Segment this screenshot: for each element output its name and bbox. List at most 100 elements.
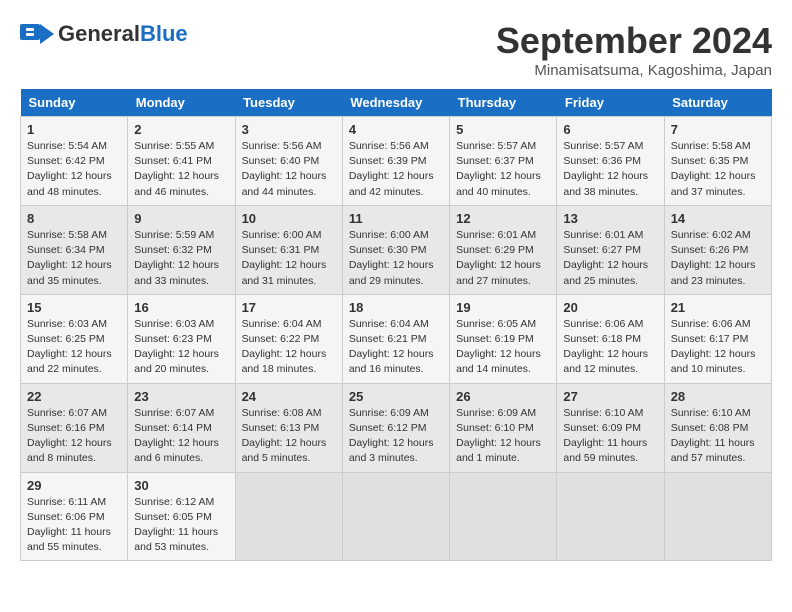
day-detail: Sunrise: 6:07 AM Sunset: 6:14 PM Dayligh… <box>134 406 228 467</box>
day-detail: Sunrise: 5:58 AM Sunset: 6:34 PM Dayligh… <box>27 228 121 289</box>
day-detail: Sunrise: 5:58 AM Sunset: 6:35 PM Dayligh… <box>671 139 765 200</box>
calendar-cell <box>235 472 342 561</box>
month-title: September 2024 <box>496 20 772 62</box>
calendar-cell: 27 Sunrise: 6:10 AM Sunset: 6:09 PM Dayli… <box>557 383 664 472</box>
day-number: 11 <box>349 211 443 226</box>
calendar-cell: 12Sunrise: 6:01 AM Sunset: 6:29 PM Dayli… <box>450 205 557 294</box>
calendar-cell <box>557 472 664 561</box>
calendar-week-3: 15 Sunrise: 6:03 AM Sunset: 6:25 PM Dayli… <box>21 294 772 383</box>
day-number: 27 <box>563 389 657 404</box>
calendar-cell: 20 Sunrise: 6:06 AM Sunset: 6:18 PM Dayli… <box>557 294 664 383</box>
calendar-cell: 2 Sunrise: 5:55 AM Sunset: 6:41 PM Daylig… <box>128 117 235 206</box>
day-number: 7 <box>671 122 765 137</box>
day-detail: Sunrise: 5:59 AM Sunset: 6:32 PM Dayligh… <box>134 228 228 289</box>
day-number: 22 <box>27 389 121 404</box>
calendar-cell: 4 Sunrise: 5:56 AM Sunset: 6:39 PM Daylig… <box>342 117 449 206</box>
calendar-cell: 28 Sunrise: 6:10 AM Sunset: 6:08 PM Dayli… <box>664 383 771 472</box>
day-detail: Sunrise: 5:57 AM Sunset: 6:36 PM Dayligh… <box>563 139 657 200</box>
calendar-cell: 30 Sunrise: 6:12 AM Sunset: 6:05 PM Dayli… <box>128 472 235 561</box>
day-number: 13 <box>563 211 657 226</box>
day-detail: Sunrise: 6:12 AM Sunset: 6:05 PM Dayligh… <box>134 495 228 556</box>
logo-text: GeneralBlue <box>58 21 188 47</box>
calendar-cell: 5 Sunrise: 5:57 AM Sunset: 6:37 PM Daylig… <box>450 117 557 206</box>
day-detail: Sunrise: 5:56 AM Sunset: 6:39 PM Dayligh… <box>349 139 443 200</box>
day-number: 3 <box>242 122 336 137</box>
location: Minamisatsuma, Kagoshima, Japan <box>496 62 772 79</box>
logo: GeneralBlue <box>20 20 188 48</box>
day-detail: Sunrise: 6:07 AM Sunset: 6:16 PM Dayligh… <box>27 406 121 467</box>
calendar-cell: 9 Sunrise: 5:59 AM Sunset: 6:32 PM Daylig… <box>128 205 235 294</box>
calendar-cell: 1 Sunrise: 5:54 AM Sunset: 6:42 PM Daylig… <box>21 117 128 206</box>
weekday-header-tuesday: Tuesday <box>235 89 342 117</box>
day-detail: Sunrise: 5:56 AM Sunset: 6:40 PM Dayligh… <box>242 139 336 200</box>
day-detail: Sunrise: 6:09 AM Sunset: 6:10 PM Dayligh… <box>456 406 550 467</box>
logo-icon <box>20 20 54 48</box>
weekday-header-monday: Monday <box>128 89 235 117</box>
calendar-cell: 14Sunrise: 6:02 AM Sunset: 6:26 PM Dayli… <box>664 205 771 294</box>
day-detail: Sunrise: 6:11 AM Sunset: 6:06 PM Dayligh… <box>27 495 121 556</box>
day-number: 26 <box>456 389 550 404</box>
day-detail: Sunrise: 5:57 AM Sunset: 6:37 PM Dayligh… <box>456 139 550 200</box>
day-number: 8 <box>27 211 121 226</box>
calendar-cell: 7 Sunrise: 5:58 AM Sunset: 6:35 PM Daylig… <box>664 117 771 206</box>
day-number: 1 <box>27 122 121 137</box>
day-number: 10 <box>242 211 336 226</box>
day-detail: Sunrise: 6:08 AM Sunset: 6:13 PM Dayligh… <box>242 406 336 467</box>
calendar-cell: 21Sunrise: 6:06 AM Sunset: 6:17 PM Dayli… <box>664 294 771 383</box>
calendar-week-2: 8 Sunrise: 5:58 AM Sunset: 6:34 PM Daylig… <box>21 205 772 294</box>
calendar-cell: 26 Sunrise: 6:09 AM Sunset: 6:10 PM Dayli… <box>450 383 557 472</box>
calendar-cell: 8 Sunrise: 5:58 AM Sunset: 6:34 PM Daylig… <box>21 205 128 294</box>
calendar-cell <box>664 472 771 561</box>
day-detail: Sunrise: 6:06 AM Sunset: 6:18 PM Dayligh… <box>563 317 657 378</box>
calendar-cell: 19 Sunrise: 6:05 AM Sunset: 6:19 PM Dayli… <box>450 294 557 383</box>
day-detail: Sunrise: 6:10 AM Sunset: 6:08 PM Dayligh… <box>671 406 765 467</box>
calendar-table: SundayMondayTuesdayWednesdayThursdayFrid… <box>20 89 772 561</box>
day-number: 23 <box>134 389 228 404</box>
day-detail: Sunrise: 6:04 AM Sunset: 6:21 PM Dayligh… <box>349 317 443 378</box>
day-number: 5 <box>456 122 550 137</box>
calendar-cell: 16Sunrise: 6:03 AM Sunset: 6:23 PM Dayli… <box>128 294 235 383</box>
day-detail: Sunrise: 6:01 AM Sunset: 6:29 PM Dayligh… <box>456 228 550 289</box>
day-number: 19 <box>456 300 550 315</box>
weekday-header-saturday: Saturday <box>664 89 771 117</box>
calendar-cell: 6Sunrise: 5:57 AM Sunset: 6:36 PM Daylig… <box>557 117 664 206</box>
day-detail: Sunrise: 5:55 AM Sunset: 6:41 PM Dayligh… <box>134 139 228 200</box>
day-number: 16 <box>134 300 228 315</box>
day-detail: Sunrise: 6:10 AM Sunset: 6:09 PM Dayligh… <box>563 406 657 467</box>
day-number: 2 <box>134 122 228 137</box>
calendar-cell: 10Sunrise: 6:00 AM Sunset: 6:31 PM Dayli… <box>235 205 342 294</box>
day-number: 21 <box>671 300 765 315</box>
day-number: 17 <box>242 300 336 315</box>
weekday-header-wednesday: Wednesday <box>342 89 449 117</box>
day-detail: Sunrise: 6:03 AM Sunset: 6:25 PM Dayligh… <box>27 317 121 378</box>
day-detail: Sunrise: 6:09 AM Sunset: 6:12 PM Dayligh… <box>349 406 443 467</box>
calendar-week-1: 1 Sunrise: 5:54 AM Sunset: 6:42 PM Daylig… <box>21 117 772 206</box>
day-detail: Sunrise: 6:05 AM Sunset: 6:19 PM Dayligh… <box>456 317 550 378</box>
weekday-header-thursday: Thursday <box>450 89 557 117</box>
calendar-cell: 18Sunrise: 6:04 AM Sunset: 6:21 PM Dayli… <box>342 294 449 383</box>
day-number: 24 <box>242 389 336 404</box>
day-number: 30 <box>134 478 228 493</box>
calendar-cell: 23 Sunrise: 6:07 AM Sunset: 6:14 PM Dayli… <box>128 383 235 472</box>
day-number: 4 <box>349 122 443 137</box>
day-number: 9 <box>134 211 228 226</box>
calendar-week-5: 29 Sunrise: 6:11 AM Sunset: 6:06 PM Dayli… <box>21 472 772 561</box>
page-header: GeneralBlue September 2024 Minamisatsuma… <box>20 20 772 79</box>
day-detail: Sunrise: 5:54 AM Sunset: 6:42 PM Dayligh… <box>27 139 121 200</box>
day-number: 29 <box>27 478 121 493</box>
day-number: 20 <box>563 300 657 315</box>
calendar-cell: 29 Sunrise: 6:11 AM Sunset: 6:06 PM Dayli… <box>21 472 128 561</box>
day-detail: Sunrise: 6:02 AM Sunset: 6:26 PM Dayligh… <box>671 228 765 289</box>
day-number: 28 <box>671 389 765 404</box>
calendar-cell: 15 Sunrise: 6:03 AM Sunset: 6:25 PM Dayli… <box>21 294 128 383</box>
calendar-cell: 11Sunrise: 6:00 AM Sunset: 6:30 PM Dayli… <box>342 205 449 294</box>
day-number: 15 <box>27 300 121 315</box>
weekday-header-friday: Friday <box>557 89 664 117</box>
calendar-cell: 24 Sunrise: 6:08 AM Sunset: 6:13 PM Dayli… <box>235 383 342 472</box>
calendar-cell: 25Sunrise: 6:09 AM Sunset: 6:12 PM Dayli… <box>342 383 449 472</box>
weekday-header-sunday: Sunday <box>21 89 128 117</box>
calendar-cell: 3 Sunrise: 5:56 AM Sunset: 6:40 PM Daylig… <box>235 117 342 206</box>
title-area: September 2024 Minamisatsuma, Kagoshima,… <box>496 20 772 79</box>
calendar-week-4: 22 Sunrise: 6:07 AM Sunset: 6:16 PM Dayli… <box>21 383 772 472</box>
calendar-cell: 13Sunrise: 6:01 AM Sunset: 6:27 PM Dayli… <box>557 205 664 294</box>
